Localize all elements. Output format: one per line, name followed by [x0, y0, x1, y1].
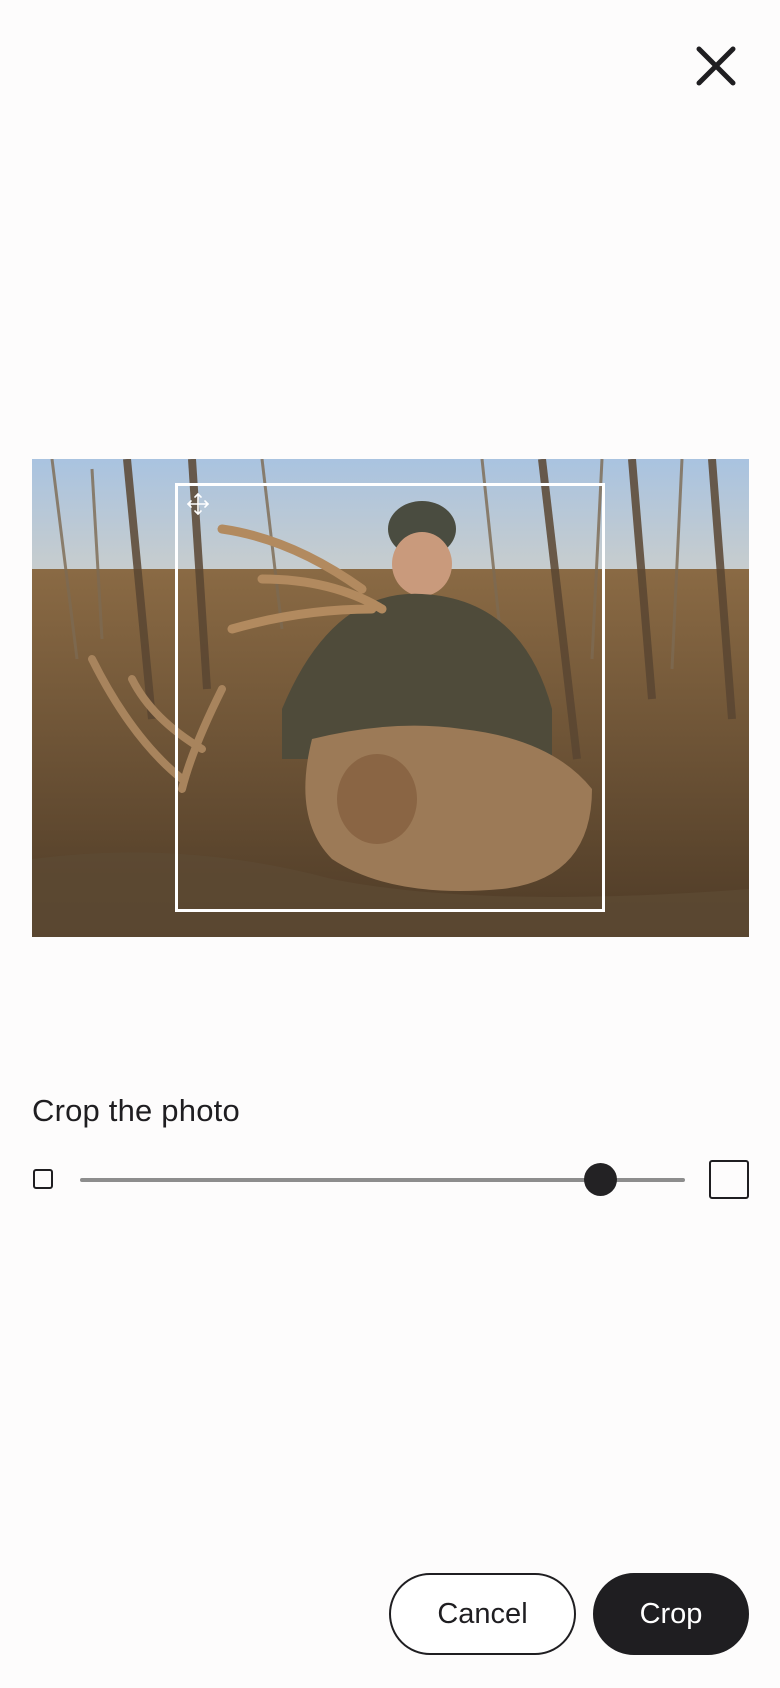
small-square-icon [33, 1169, 53, 1189]
zoom-slider-thumb[interactable] [583, 1163, 617, 1196]
close-icon [696, 46, 736, 86]
move-icon[interactable] [186, 492, 210, 516]
crop-frame[interactable] [175, 483, 605, 912]
crop-button[interactable]: Crop [593, 1573, 749, 1655]
cancel-button[interactable]: Cancel [389, 1573, 576, 1655]
large-square-icon [709, 1160, 749, 1199]
close-button[interactable] [690, 40, 742, 92]
dialog-title: Crop the photo [32, 1093, 240, 1128]
